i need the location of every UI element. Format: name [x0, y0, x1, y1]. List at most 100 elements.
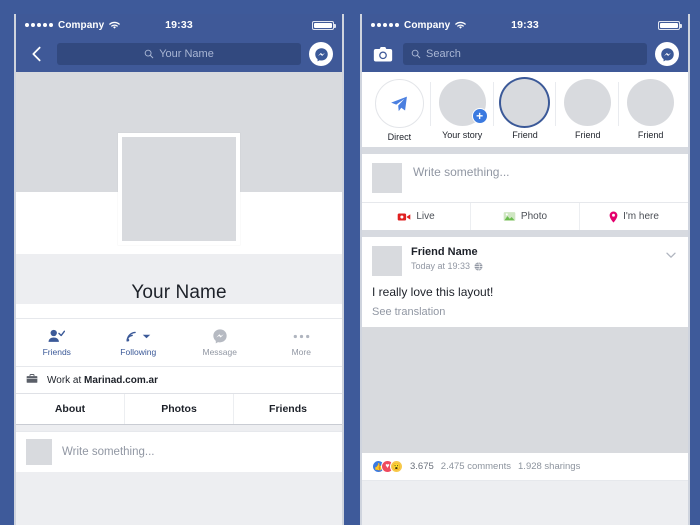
- story-label: Your story: [442, 130, 483, 140]
- composer-placeholder: Write something...: [413, 165, 510, 179]
- friends-action-label: Friends: [42, 347, 71, 357]
- work-employer: Marinad.com.ar: [84, 374, 158, 386]
- friends-action-button[interactable]: Friends: [16, 328, 98, 357]
- profile-search-value: Your Name: [159, 48, 214, 60]
- search-icon: [144, 49, 154, 59]
- location-pin-icon: [609, 210, 618, 223]
- messenger-button[interactable]: [655, 42, 679, 66]
- im-here-label: I'm here: [623, 211, 659, 222]
- tab-photos[interactable]: Photos: [125, 394, 234, 424]
- story-friend-3[interactable]: Friend: [618, 79, 682, 140]
- plus-icon: +: [471, 108, 488, 124]
- comment-count[interactable]: 2.475 comments: [441, 461, 511, 472]
- story-label: Direct: [387, 132, 412, 142]
- profile-tab-row: About Photos Friends: [16, 393, 342, 425]
- work-prefix: Work at: [47, 374, 85, 386]
- battery-full-icon: [312, 20, 336, 30]
- search-icon: [411, 49, 421, 59]
- camera-button[interactable]: [371, 42, 395, 66]
- chevron-down-icon: [666, 252, 676, 258]
- story-label: Friend: [575, 130, 601, 140]
- screenshot-stage: Company 19:33 Your Name Your Name Friend…: [0, 0, 700, 525]
- wow-face-icon: 😮: [390, 460, 403, 473]
- post-meta: Today at 19:33: [411, 261, 655, 271]
- story-friend-1[interactable]: Friend: [492, 79, 557, 140]
- following-action-button[interactable]: Following: [98, 328, 180, 357]
- more-action-button[interactable]: More: [261, 328, 343, 357]
- phone-right-feed-screen: Company 19:33 Search Direct + Your story…: [360, 14, 690, 525]
- post-timestamp: Today at 19:33: [411, 261, 471, 271]
- messenger-icon: [660, 47, 674, 61]
- post-text: I really love this layout!: [372, 285, 494, 299]
- friend-story-bubble: [627, 79, 675, 126]
- composer-quick-actions: Live Photo I'm here: [362, 202, 688, 230]
- name-spacer: [16, 304, 342, 318]
- profile-nav-bar: Your Name: [16, 36, 342, 72]
- photo-button[interactable]: Photo: [471, 203, 580, 230]
- work-text: Work at Marinad.com.ar: [47, 375, 158, 386]
- feed-composer[interactable]: Write something...: [362, 154, 688, 202]
- live-button[interactable]: Live: [362, 203, 471, 230]
- battery-full-icon: [658, 20, 682, 30]
- paper-plane-icon: [391, 96, 408, 111]
- avatar[interactable]: [372, 246, 402, 276]
- im-here-button[interactable]: I'm here: [580, 203, 688, 230]
- messenger-button[interactable]: [309, 42, 333, 66]
- post-stats-row: 👍 ♥ 😮 3.675 2.475 comments 1.928 sharing…: [362, 453, 688, 481]
- ellipsis-icon: [293, 328, 310, 344]
- chevron-down-icon: [143, 334, 151, 338]
- post-image[interactable]: [362, 327, 688, 453]
- share-count[interactable]: 1.928 sharings: [518, 461, 580, 472]
- tab-about[interactable]: About: [16, 394, 125, 424]
- profile-search-input[interactable]: Your Name: [57, 43, 301, 65]
- profile-picture[interactable]: [118, 133, 240, 245]
- live-video-icon: [398, 213, 411, 220]
- feed-search-input[interactable]: Search: [403, 43, 647, 65]
- briefcase-icon: [26, 373, 38, 387]
- friend-check-icon: [48, 328, 66, 344]
- profile-action-row: Friends Following Message More: [16, 318, 342, 366]
- story-friend-2[interactable]: Friend: [555, 79, 619, 140]
- post-menu-button[interactable]: [664, 248, 678, 262]
- post-author-name[interactable]: Friend Name: [411, 246, 655, 258]
- following-action-label: Following: [120, 347, 157, 357]
- message-action-button[interactable]: Message: [179, 328, 261, 357]
- composer-placeholder: Write something...: [62, 446, 155, 458]
- profile-composer[interactable]: Write something...: [16, 431, 342, 472]
- your-story-bubble: +: [438, 79, 488, 126]
- live-label: Live: [416, 211, 435, 222]
- story-label: Friend: [637, 130, 664, 140]
- more-action-label: More: [291, 347, 311, 357]
- story-label: Friend: [512, 130, 538, 140]
- messenger-icon: [212, 328, 228, 344]
- post-author-block: Friend Name Today at 19:33: [411, 246, 655, 271]
- status-bar-clock: 19:33: [165, 19, 193, 31]
- direct-bubble: [374, 79, 424, 128]
- story-direct[interactable]: Direct: [368, 79, 431, 142]
- avatar: [372, 163, 402, 193]
- photo-label: Photo: [520, 211, 548, 222]
- work-info-row[interactable]: Work at Marinad.com.ar: [16, 366, 342, 393]
- feed-post: Friend Name Today at 19:33 I really love…: [362, 237, 688, 481]
- avatar: [26, 439, 52, 465]
- section-divider: [362, 147, 688, 154]
- back-button[interactable]: [25, 42, 49, 66]
- see-translation-link[interactable]: See translation: [362, 299, 688, 327]
- messenger-icon: [314, 47, 328, 61]
- message-action-label: Message: [202, 347, 238, 357]
- reaction-icons[interactable]: 👍 ♥ 😮: [372, 460, 403, 473]
- feed-nav-bar: Search: [362, 36, 688, 72]
- friend-story-bubble: [564, 79, 612, 126]
- story-your-story[interactable]: + Your story: [429, 79, 494, 140]
- reaction-count[interactable]: 3.675: [410, 461, 434, 472]
- tab-friends[interactable]: Friends: [234, 394, 342, 424]
- status-bar: Company 19:33: [362, 14, 688, 36]
- phone-left-profile-screen: Company 19:33 Your Name Your Name Friend…: [14, 14, 344, 525]
- feed-search-placeholder: Search: [426, 48, 461, 60]
- profile-picture-area: [16, 133, 342, 254]
- post-header: Friend Name Today at 19:33: [362, 237, 688, 276]
- rss-following-icon: [125, 328, 151, 344]
- globe-icon: [474, 261, 483, 271]
- status-bar-clock: 19:33: [511, 19, 539, 31]
- page-title: Your Name: [131, 282, 227, 303]
